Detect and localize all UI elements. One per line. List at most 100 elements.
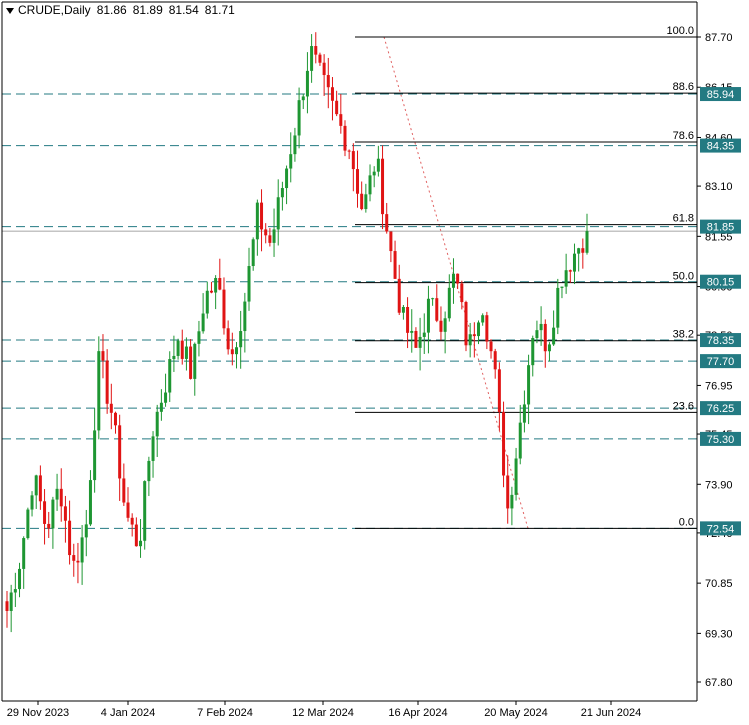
candle-body	[151, 436, 155, 461]
candle-body	[477, 322, 481, 337]
chart-frame: CRUDE,Daily 81.86 81.89 81.54 81.71 100.0 88.…	[0, 0, 749, 725]
candle-body	[514, 458, 518, 495]
candle-body	[230, 349, 234, 355]
candle-body	[397, 278, 401, 313]
candle-body	[47, 523, 51, 529]
candle-body	[101, 351, 105, 361]
candle-body	[364, 194, 368, 210]
candle-body	[43, 501, 47, 524]
candle-body	[113, 412, 117, 426]
candle-body	[451, 273, 455, 288]
candle-body	[193, 343, 197, 379]
fib-level-label: 61.8	[673, 213, 694, 225]
candle-body	[339, 114, 343, 126]
level-price-label: 77.70	[707, 356, 735, 368]
candle-body	[130, 517, 134, 525]
candle-body	[5, 601, 9, 611]
candle-body	[376, 158, 380, 172]
level-price-label: 72.54	[707, 523, 735, 535]
candle-body	[518, 422, 522, 459]
candle-body	[143, 481, 147, 541]
candle-body	[147, 460, 151, 482]
candle-body	[485, 315, 489, 342]
level-price-label: 85.94	[707, 89, 735, 101]
candle-body	[247, 266, 251, 302]
candle-body	[18, 568, 22, 590]
fib-level-label: 38.2	[673, 329, 694, 341]
level-price-label: 78.35	[707, 335, 735, 347]
x-tick-label: 12 Mar 2024	[292, 707, 354, 719]
candle-body	[105, 360, 109, 404]
candle-body	[164, 392, 168, 403]
candle-body	[543, 323, 547, 352]
y-tick-label: 67.80	[705, 677, 733, 689]
candle-body	[126, 502, 130, 518]
level-price-label: 84.35	[707, 141, 735, 153]
candle-body	[560, 286, 564, 288]
candle-body	[122, 478, 126, 503]
candle-body	[422, 332, 426, 337]
candle-body	[13, 589, 17, 593]
fib-level-label: 100.0	[666, 25, 694, 37]
candle-body	[510, 494, 514, 509]
candle-body	[26, 509, 30, 539]
candle-body	[155, 411, 159, 437]
candle-body	[318, 54, 322, 63]
candle-body	[214, 278, 218, 293]
candle-body	[264, 229, 268, 236]
candle-body	[293, 135, 297, 155]
candle-body	[76, 560, 80, 563]
fib-level-label: 0.0	[679, 516, 694, 528]
fib-level-label: 23.6	[673, 400, 694, 412]
candle-body	[564, 270, 568, 287]
candle-body	[59, 488, 63, 507]
y-tick-label: 76.95	[705, 380, 733, 392]
candle-body	[535, 330, 539, 339]
fibonacci-retracement: 100.0 88.6 78.6 61.8 50.0 38.2 23.6 0.0	[355, 25, 697, 529]
candle-body	[343, 125, 347, 151]
candle-body	[406, 307, 410, 333]
axes: 87.7086.1584.6083.1081.5580.0078.5076.95…	[1, 1, 733, 719]
candle-body	[51, 499, 55, 529]
candle-body	[276, 197, 280, 230]
candle-body	[527, 365, 531, 405]
candle-body	[372, 171, 376, 176]
candle-body	[97, 351, 101, 431]
candle-body	[393, 251, 397, 279]
candle-body	[401, 307, 405, 313]
candle-body	[226, 328, 230, 350]
candle-body	[585, 231, 589, 253]
candle-body	[205, 290, 209, 314]
candle-body	[326, 75, 330, 88]
candle-body	[431, 298, 435, 300]
candle-body	[547, 344, 551, 352]
x-tick-label: 4 Jan 2024	[101, 707, 155, 719]
candle-body	[368, 175, 372, 195]
candle-body	[184, 346, 188, 359]
candle-body	[168, 359, 172, 393]
candle-body	[385, 214, 389, 232]
candle-body	[435, 298, 439, 321]
candle-body	[84, 524, 88, 538]
candle-body	[93, 430, 97, 481]
candle-body	[568, 270, 572, 272]
candle-body	[506, 475, 510, 509]
candle-body	[222, 289, 226, 329]
candles	[5, 32, 589, 633]
x-tick-label: 29 Nov 2023	[7, 707, 69, 719]
fib-level-label: 50.0	[673, 271, 694, 283]
candle-body	[180, 340, 184, 359]
candle-body	[30, 495, 34, 510]
y-tick-label: 87.70	[705, 32, 733, 44]
candle-body	[314, 46, 318, 55]
candle-body	[493, 351, 497, 370]
candle-body	[234, 347, 238, 355]
candle-body	[243, 301, 247, 332]
candle-body	[297, 100, 301, 136]
candle-body	[468, 334, 472, 346]
candle-body	[268, 235, 272, 243]
candle-body	[38, 475, 42, 502]
price-chart[interactable]: 100.0 88.6 78.6 61.8 50.0 38.2 23.6 0.0 87.7086…	[0, 0, 749, 725]
candle-body	[552, 327, 556, 345]
candle-body	[55, 488, 59, 500]
